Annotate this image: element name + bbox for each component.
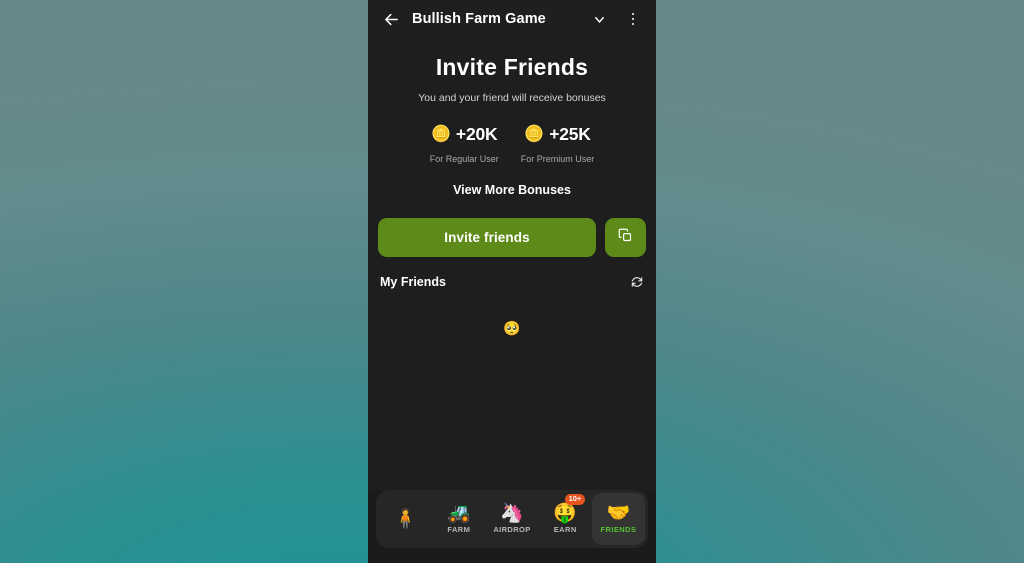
handshake-icon: 🤝 (606, 503, 631, 524)
back-arrow-icon[interactable] (378, 6, 404, 32)
nav-item-friends[interactable]: 🤝 FRIENDS (591, 493, 646, 545)
bottom-nav-wrapper: 🧍 🚜 FARM 🦄 AIRDROP 10+ 🤑 EARN 🤝 FRIENDS (368, 490, 656, 563)
phone-screen: Bullish Farm Game Invite Friends You and… (368, 0, 656, 563)
bonus-card-regular: 🪙 +20K For Regular User (430, 124, 499, 164)
nav-label-airdrop: AIRDROP (493, 525, 531, 534)
coin-icon: 🪙 (431, 125, 451, 143)
bonus-row: 🪙 +20K For Regular User 🪙 +25K For Premi… (382, 124, 642, 164)
bonus-card-premium: 🪙 +25K For Premium User (521, 124, 595, 164)
kebab-menu-icon[interactable] (620, 6, 646, 32)
bull-character-icon: 🧍 (393, 508, 418, 530)
screen-body: Invite Friends You and your friend will … (368, 38, 656, 563)
nav-label-friends: FRIENDS (600, 525, 637, 534)
tractor-icon: 🚜 (446, 503, 471, 524)
nav-label-earn: EARN (553, 525, 577, 534)
page-title: Invite Friends (435, 54, 589, 80)
view-more-bonuses-link[interactable]: View More Bonuses (382, 183, 642, 197)
unicorn-icon: 🦄 (500, 503, 524, 524)
money-mouth-face-icon: 🤑 (553, 503, 578, 524)
cta-row: Invite friends (368, 218, 656, 257)
coin-icon: 🪙 (524, 125, 545, 143)
invite-friends-button[interactable]: Invite friends (378, 218, 596, 257)
friends-header: My Friends (380, 268, 644, 289)
chevron-down-icon[interactable] (586, 6, 612, 32)
bonus-caption: For Premium User (520, 154, 595, 164)
bonus-caption: For Regular User (429, 154, 499, 164)
copy-icon (618, 228, 633, 248)
bonus-amount: +20K (455, 124, 498, 144)
earn-badge: 10+ (565, 494, 585, 505)
nav-item-character[interactable]: 🧍 (379, 493, 432, 545)
nav-item-earn[interactable]: 10+ 🤑 EARN (539, 493, 592, 545)
friends-section-title: My Friends (380, 275, 446, 289)
copy-link-button[interactable] (605, 218, 646, 257)
bottom-navigation-bar: 🧍 🚜 FARM 🦄 AIRDROP 10+ 🤑 EARN 🤝 FRIENDS (376, 490, 648, 548)
invite-section: Invite Friends You and your friend will … (368, 38, 656, 197)
friends-panel: My Friends 🥺 (368, 268, 656, 385)
nav-item-airdrop[interactable]: 🦄 AIRDROP (485, 493, 538, 545)
friends-empty-state: 🥺 (503, 319, 521, 336)
nav-item-farm[interactable]: 🚜 FARM (432, 493, 485, 545)
bonus-amount: +25K (549, 124, 591, 144)
refresh-icon[interactable] (630, 275, 644, 289)
app-header: Bullish Farm Game (368, 0, 656, 38)
app-title: Bullish Farm Game (412, 11, 546, 27)
page-subtitle: You and your friend will receive bonuses (418, 92, 606, 104)
nav-label-farm: FARM (447, 525, 471, 534)
